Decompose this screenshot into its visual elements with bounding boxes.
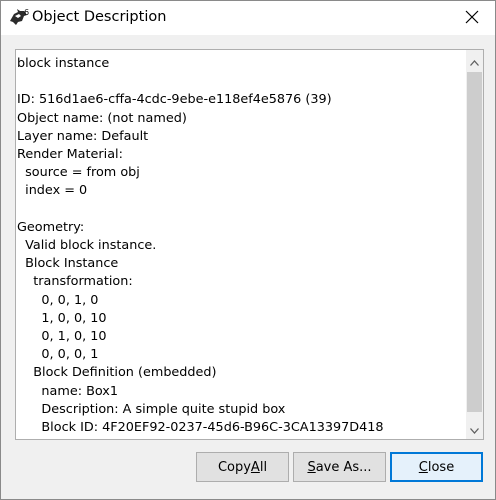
description-line: Block ID: 4F20EF92-0237-45d6-B96C-3CA133… [17, 420, 384, 436]
description-line: ID: 516d1ae6-cffa-4cdc-9ebe-e118ef4e5876… [17, 92, 332, 108]
copy-all-accelerator: A [250, 459, 260, 475]
object-description-dialog: 6 Object Description block instance ID: … [0, 0, 496, 500]
copy-all-label-pre: Copy [217, 459, 251, 475]
description-line: Description: A simple quite stupid box [17, 401, 286, 417]
chevron-down-icon [470, 419, 479, 438]
close-icon [465, 9, 479, 28]
vertical-scrollbar[interactable] [466, 50, 483, 439]
description-text: block instance ID: 516d1ae6-cffa-4cdc-9e… [17, 55, 463, 437]
description-line: Object name: (not named) [17, 110, 187, 126]
chevron-up-icon [470, 51, 479, 70]
description-line: Block Definition (embedded) [17, 365, 217, 381]
window-close-button[interactable] [449, 1, 495, 35]
version-badge: 6 [24, 8, 29, 17]
close-button[interactable]: Close [390, 452, 483, 482]
description-line: 0, 0, 0, 1 [17, 347, 99, 363]
description-text-area[interactable]: block instance ID: 516d1ae6-cffa-4cdc-9e… [15, 49, 484, 440]
description-line: Block Instance [17, 256, 119, 272]
rhino-icon: 6 [9, 7, 31, 29]
description-line: Valid block instance. [17, 238, 157, 254]
description-line: transformation: [17, 274, 133, 290]
description-line: 0, 0, 1, 0 [17, 292, 99, 308]
description-line: source = from obj [17, 165, 140, 181]
description-line: Geometry: [17, 219, 85, 235]
save-as-accelerator: S [307, 459, 316, 475]
scroll-down-button[interactable] [466, 420, 483, 437]
scroll-thumb[interactable] [467, 72, 482, 412]
description-line: block instance [17, 56, 110, 71]
copy-all-label-post: ll [259, 459, 268, 475]
description-line: Render Material: [17, 147, 123, 163]
close-label-post: lose [427, 459, 455, 475]
description-line [17, 73, 463, 91]
description-line: index = 0 [17, 183, 88, 199]
description-line: name: Box1 [17, 383, 119, 399]
scroll-up-button[interactable] [466, 52, 483, 69]
description-line: 1, 0, 0, 10 [17, 310, 107, 326]
save-as-label-post: ave As... [315, 459, 372, 475]
save-as-button[interactable]: Save As... [293, 452, 386, 482]
description-line [17, 201, 463, 219]
copy-all-button[interactable]: Copy All [196, 452, 289, 482]
close-accelerator: C [418, 459, 428, 475]
window-title: Object Description [32, 9, 167, 25]
description-line: 0, 1, 0, 10 [17, 329, 107, 345]
title-bar[interactable]: 6 Object Description [1, 1, 495, 35]
description-line: Layer name: Default [17, 128, 149, 144]
